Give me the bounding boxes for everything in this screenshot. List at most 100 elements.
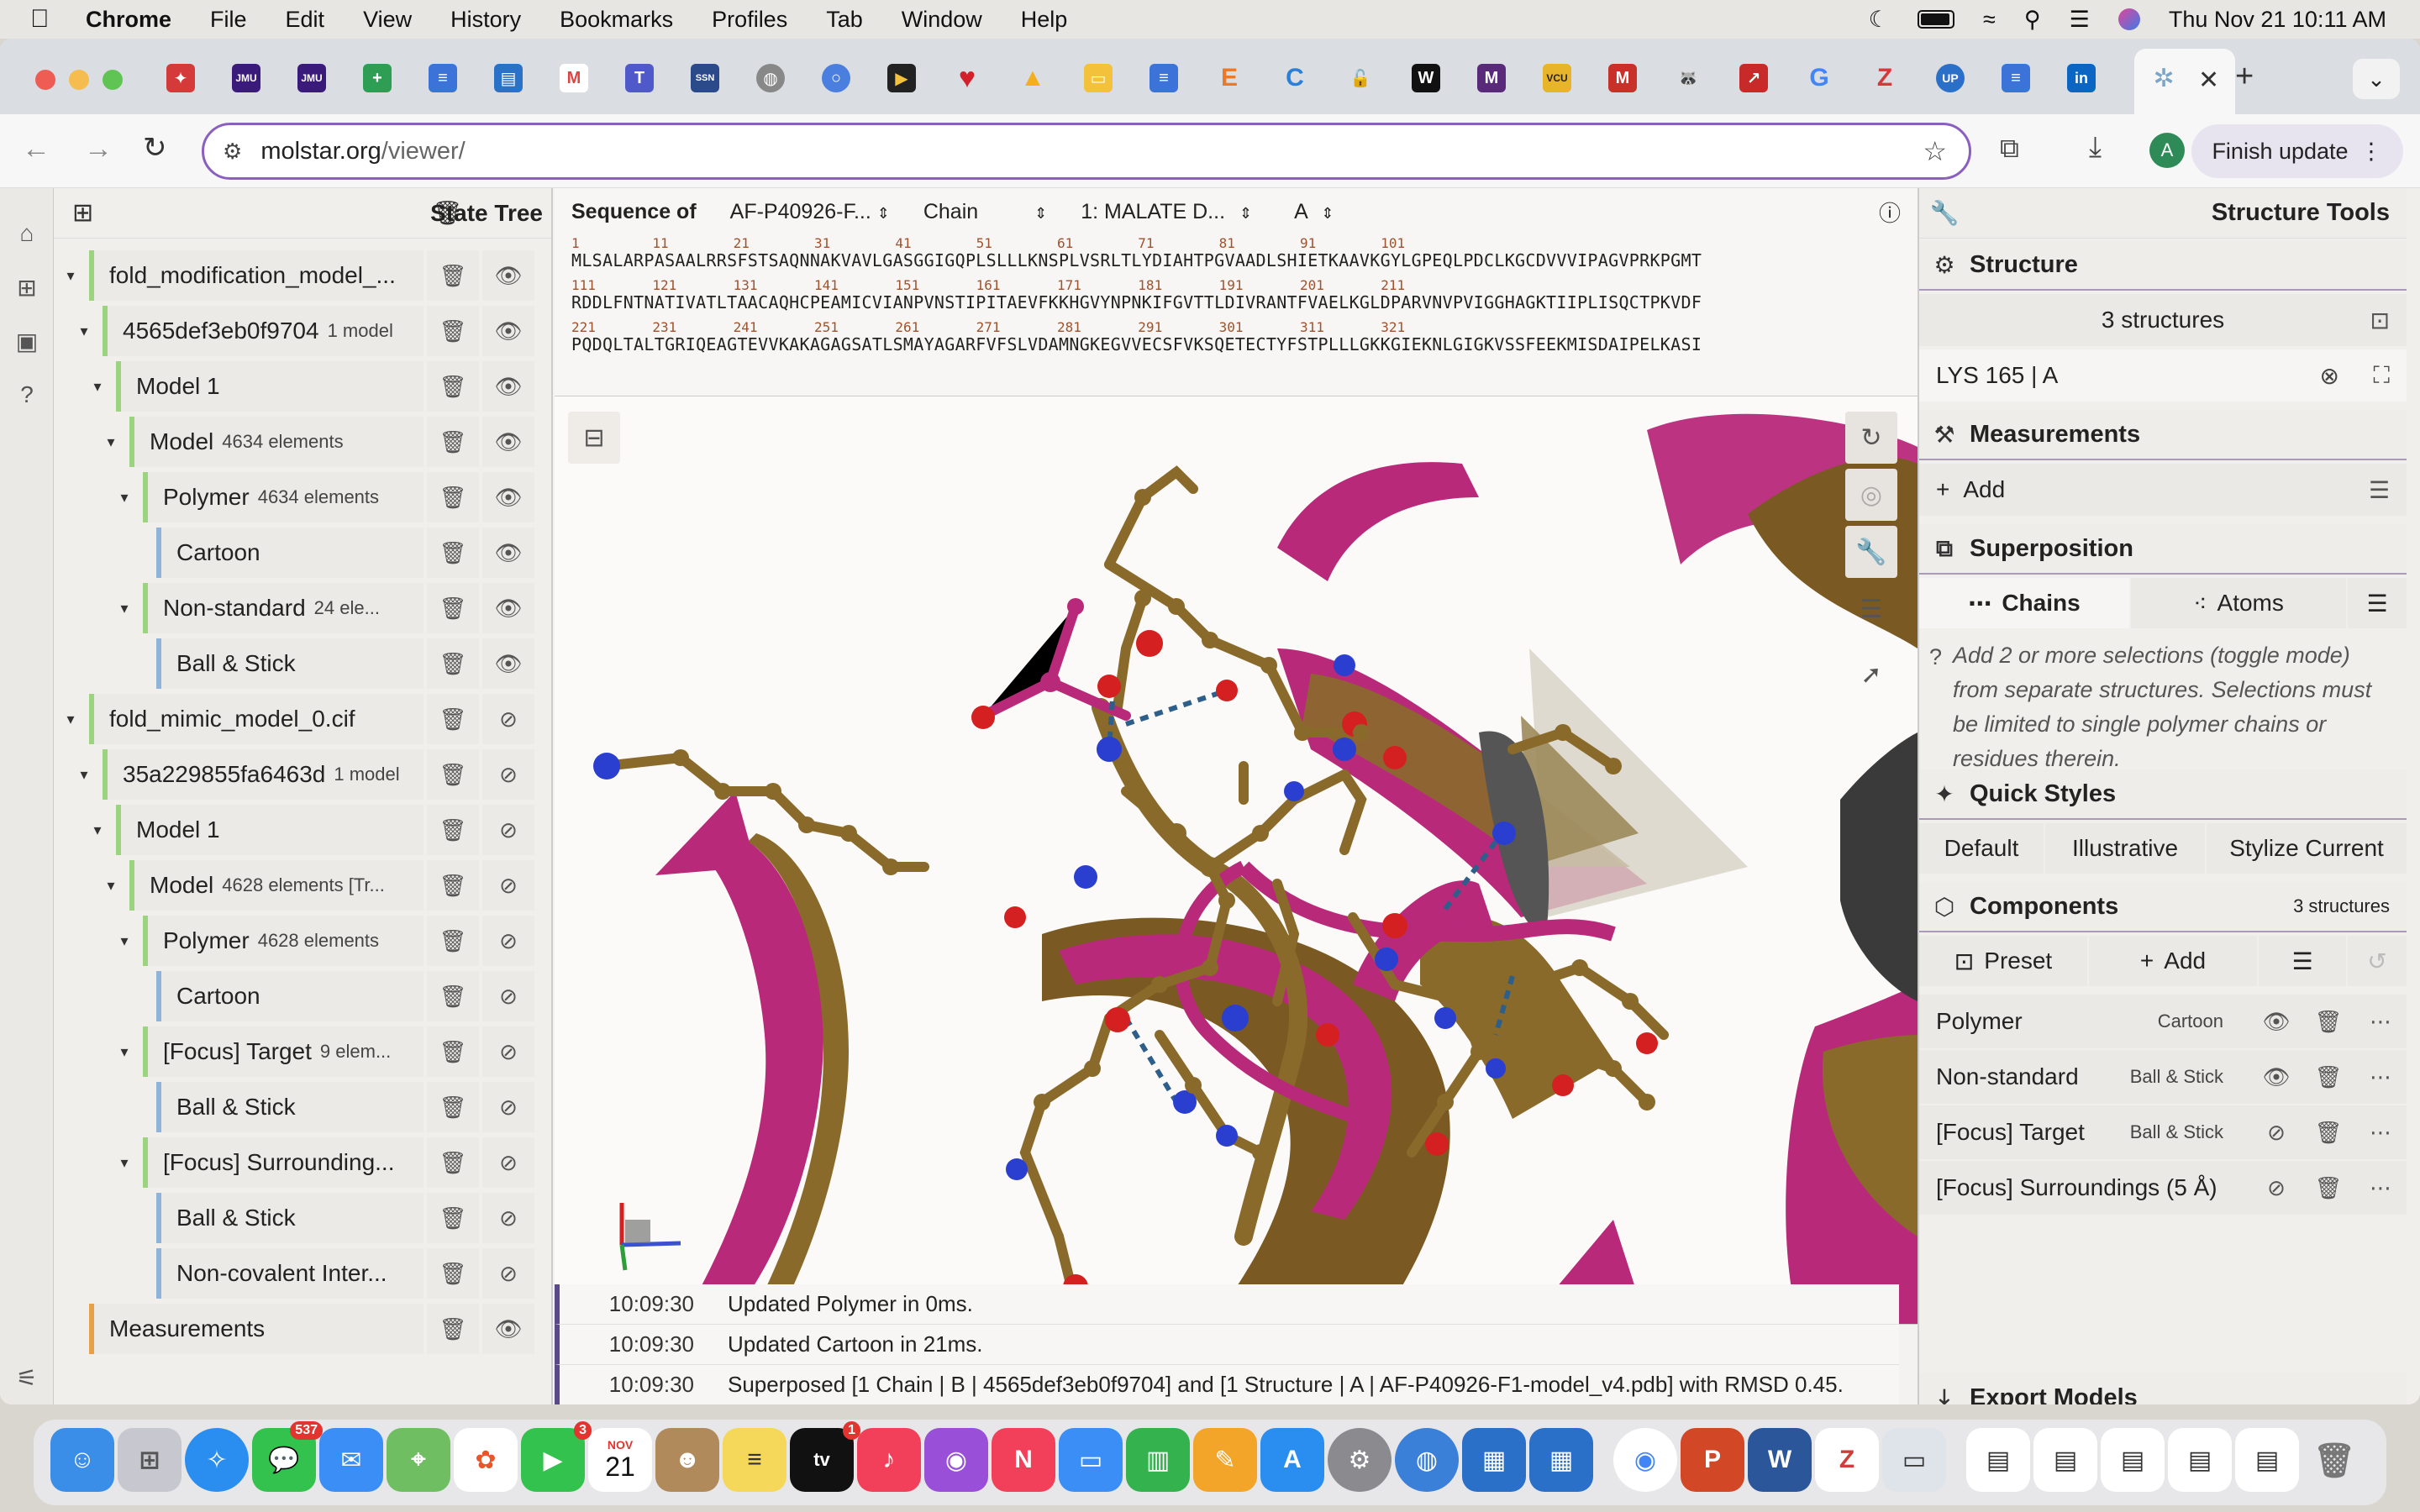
hidden-eye-icon[interactable]: ⊘ bbox=[2252, 1162, 2301, 1214]
hidden-eye-icon[interactable]: ⊘ bbox=[482, 1082, 534, 1132]
tab-favicon[interactable]: ♥ bbox=[953, 62, 981, 94]
delete-node-icon[interactable]: 🗑 bbox=[427, 916, 479, 966]
delete-node-icon[interactable]: 🗑 bbox=[427, 860, 479, 911]
document-thumbnail[interactable]: ▤ bbox=[2168, 1428, 2232, 1492]
components-section-header[interactable]: ⬡ Components 3 structures bbox=[1919, 882, 2407, 932]
hidden-eye-icon[interactable]: ⊘ bbox=[482, 971, 534, 1021]
export-models-section-header[interactable]: ⤓ Export Models bbox=[1919, 1373, 2407, 1404]
delete-node-icon[interactable]: 🗑 bbox=[427, 749, 479, 800]
state-tree-node[interactable]: Model 1 bbox=[116, 361, 424, 412]
state-tree-icon[interactable]: ⊞ bbox=[12, 274, 42, 304]
menu-tab[interactable]: Tab bbox=[826, 7, 863, 33]
delete-node-icon[interactable]: 🗑 bbox=[427, 1082, 479, 1132]
delete-node-icon[interactable]: 🗑 bbox=[427, 250, 479, 301]
menu-history[interactable]: History bbox=[450, 7, 521, 33]
tab-favicon[interactable]: SSN bbox=[691, 64, 719, 92]
help-circle-icon[interactable]: ⓘ bbox=[1879, 197, 1901, 228]
menu-help[interactable]: Help bbox=[1021, 7, 1068, 33]
tab-favicon[interactable]: ✦ bbox=[166, 64, 195, 92]
collapse-caret-icon[interactable]: ▾ bbox=[89, 378, 106, 396]
tab-favicon[interactable]: ≡ bbox=[2002, 64, 2030, 92]
app-icon[interactable]: ▦ bbox=[1529, 1428, 1593, 1492]
more-options-icon[interactable]: ⋯ bbox=[2356, 1162, 2405, 1214]
visible-eye-icon[interactable]: 👁 bbox=[482, 1304, 534, 1354]
state-tree-node[interactable]: Measurements bbox=[89, 1304, 424, 1354]
collapse-caret-icon[interactable]: ▾ bbox=[76, 766, 92, 784]
chrome-icon[interactable]: ◉ bbox=[1613, 1428, 1677, 1492]
delete-node-icon[interactable]: 🗑 bbox=[427, 306, 479, 356]
menu-file[interactable]: File bbox=[210, 7, 247, 33]
safari-icon[interactable]: ✧ bbox=[185, 1428, 249, 1492]
maps-icon[interactable]: ⌖ bbox=[387, 1428, 450, 1492]
quick-styles-section-header[interactable]: ✦ Quick Styles bbox=[1919, 769, 2407, 820]
visible-eye-icon[interactable]: 👁 bbox=[482, 361, 534, 412]
hidden-eye-icon[interactable]: ⊘ bbox=[2252, 1106, 2301, 1158]
collapse-caret-icon[interactable]: ▾ bbox=[76, 323, 92, 340]
state-tree-node[interactable]: [Focus] Target 9 elem... bbox=[143, 1026, 424, 1077]
state-tree-row[interactable]: ▾ Polymer 4634 elements 🗑 👁 bbox=[54, 470, 551, 524]
system-settings-icon[interactable]: ⚙ bbox=[1328, 1428, 1392, 1492]
tab-favicon[interactable]: G bbox=[1805, 64, 1833, 92]
mail-icon[interactable]: ✉ bbox=[319, 1428, 383, 1492]
word-icon[interactable]: W bbox=[1748, 1428, 1812, 1492]
photos-icon[interactable]: ✿ bbox=[454, 1428, 518, 1492]
visible-eye-icon[interactable]: 👁 bbox=[482, 250, 534, 301]
delete-node-icon[interactable]: 🗑 bbox=[427, 1193, 479, 1243]
app-icon[interactable]: ▦ bbox=[1462, 1428, 1526, 1492]
collapse-caret-icon[interactable]: ▾ bbox=[103, 433, 119, 451]
collapse-caret-icon[interactable]: ▾ bbox=[116, 600, 133, 617]
zotero-icon[interactable]: Z bbox=[1815, 1428, 1879, 1492]
tab-favicon[interactable]: JMU bbox=[232, 64, 260, 92]
components-options-icon[interactable]: ☰ bbox=[2259, 936, 2346, 986]
more-options-icon[interactable]: ⋯ bbox=[2356, 1106, 2405, 1158]
sequence-line[interactable]: RDDLFNTNATIVATLTAACAQHCPEAMICVIANPVNSTIP… bbox=[571, 292, 1702, 312]
state-tree-row[interactable]: ▾ 4565def3eb0f9704 1 model 🗑 👁 bbox=[54, 304, 551, 358]
toggle-controls-icon[interactable]: ⊟ bbox=[568, 412, 620, 464]
menu-view[interactable]: View bbox=[363, 7, 412, 33]
profile-avatar[interactable]: A bbox=[2149, 133, 2185, 168]
delete-node-icon[interactable]: 🗑 bbox=[427, 971, 479, 1021]
pages-icon[interactable]: ✎ bbox=[1193, 1428, 1257, 1492]
delete-node-icon[interactable]: 🗑 bbox=[427, 472, 479, 522]
collapse-caret-icon[interactable]: ▾ bbox=[116, 1043, 133, 1061]
3d-viewport[interactable]: ⊟ ↻ ◎ 🔧 ☰ ➚ bbox=[555, 396, 1918, 1324]
hidden-eye-icon[interactable]: ⊘ bbox=[482, 694, 534, 744]
focus-selection-icon[interactable]: ⛶ bbox=[2373, 362, 2390, 390]
settings-sliders-icon[interactable]: ☰ bbox=[1845, 583, 1897, 635]
delete-node-icon[interactable]: 🗑 bbox=[427, 1248, 479, 1299]
tab-favicon[interactable]: + bbox=[363, 64, 392, 92]
finder-icon[interactable]: ☺ bbox=[50, 1428, 114, 1492]
spotlight-search-icon[interactable]: ⚲ bbox=[2024, 7, 2041, 33]
tab-favicon[interactable]: ≡ bbox=[1150, 64, 1178, 92]
document-thumbnail[interactable]: ▤ bbox=[2235, 1428, 2299, 1492]
document-thumbnail[interactable]: ▤ bbox=[2033, 1428, 2097, 1492]
collapse-caret-icon[interactable]: ▾ bbox=[116, 932, 133, 950]
component-row[interactable]: Polymer Cartoon 👁 🗑 ⋯ bbox=[1919, 995, 2407, 1048]
mode-select[interactable]: Chain ⇕ bbox=[923, 200, 1047, 224]
tab-favicon[interactable]: W bbox=[1412, 64, 1440, 92]
tab-favicon[interactable]: ○ bbox=[822, 64, 850, 92]
state-tree-row[interactable]: ▾ [Focus] Surrounding... 🗑 ⊘ bbox=[54, 1136, 551, 1189]
state-tree-node[interactable]: Model 1 bbox=[116, 805, 424, 855]
state-tree-node[interactable]: Model 4634 elements bbox=[129, 417, 424, 467]
add-component-button[interactable]: + Add bbox=[2089, 936, 2257, 986]
document-thumbnail[interactable]: ▤ bbox=[2101, 1428, 2165, 1492]
state-tree-row[interactable]: Ball & Stick 🗑 👁 bbox=[54, 637, 551, 690]
menu-bookmarks[interactable]: Bookmarks bbox=[560, 7, 673, 33]
state-tree-node[interactable]: Non-standard 24 ele... bbox=[143, 583, 424, 633]
tab-favicon[interactable]: M bbox=[1608, 64, 1637, 92]
menu-window[interactable]: Window bbox=[902, 7, 982, 33]
tree-icon[interactable]: ⊞ bbox=[72, 198, 93, 228]
reload-icon[interactable]: ↻ bbox=[143, 131, 167, 165]
delete-node-icon[interactable]: 🗑 bbox=[427, 1304, 479, 1354]
collapse-caret-icon[interactable]: ▾ bbox=[62, 711, 79, 728]
delete-node-icon[interactable]: 🗑 bbox=[427, 528, 479, 578]
hidden-eye-icon[interactable]: ⊘ bbox=[482, 1193, 534, 1243]
tab-favicon[interactable]: Z bbox=[1870, 64, 1899, 92]
calendar-icon[interactable]: NOV 21 bbox=[588, 1428, 652, 1492]
save-icon[interactable]: ▣ bbox=[12, 328, 42, 358]
state-tree-row[interactable]: ▾ Model 4628 elements [Tr... 🗑 ⊘ bbox=[54, 858, 551, 912]
music-icon[interactable]: ♪ bbox=[857, 1428, 921, 1492]
state-tree-row[interactable]: ▾ fold_mimic_model_0.cif 🗑 ⊘ bbox=[54, 692, 551, 746]
state-tree-node[interactable]: Polymer 4634 elements bbox=[143, 472, 424, 522]
